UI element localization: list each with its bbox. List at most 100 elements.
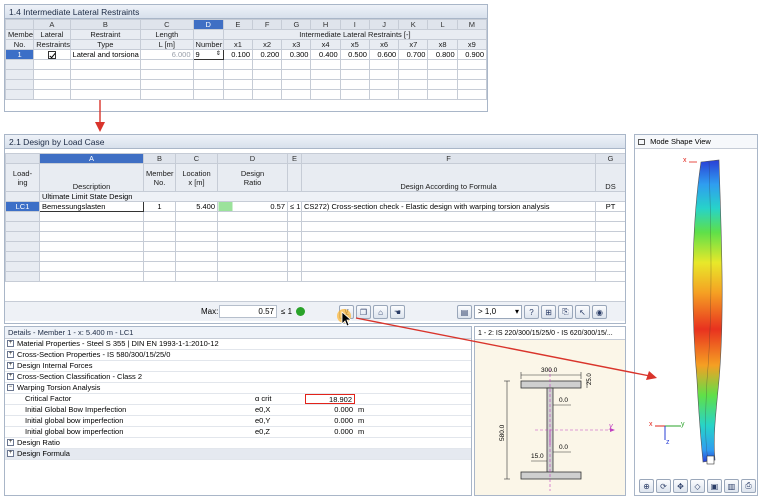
- x-value-cell[interactable]: 0.800: [427, 48, 458, 61]
- loading-cell[interactable]: LC1: [5, 201, 40, 212]
- description-cell[interactable]: Bemessungslasten: [39, 201, 144, 212]
- tree-row-cross-section[interactable]: + Cross-Section Properties - IS 580/300/1…: [5, 350, 471, 361]
- length-cell[interactable]: 6.000: [140, 48, 194, 61]
- col-letter[interactable]: F: [252, 19, 283, 30]
- rotate-icon[interactable]: ⟳: [656, 479, 671, 493]
- hand-icon[interactable]: ☚: [390, 305, 405, 319]
- collapse-icon[interactable]: −: [7, 384, 14, 391]
- col-letter[interactable]: E: [287, 153, 302, 164]
- location-cell[interactable]: 5.400: [175, 201, 218, 212]
- detail-icon[interactable]: ❐: [356, 305, 371, 319]
- col-letter[interactable]: B: [69, 19, 142, 30]
- col-letter[interactable]: M: [456, 19, 487, 30]
- restraint-type-cell[interactable]: Lateral and torsiona: [69, 48, 142, 61]
- expand-icon[interactable]: +: [7, 351, 14, 358]
- x-value-cell[interactable]: 0.400: [310, 48, 341, 61]
- tree-row-warping[interactable]: − Warping Torsion Analysis: [5, 383, 471, 394]
- col-letter[interactable]: G: [281, 19, 312, 30]
- number-spinner[interactable]: 9 ⇕: [192, 48, 224, 61]
- col-letter[interactable]: C: [175, 153, 218, 164]
- tree-row-classification[interactable]: + Cross-Section Classification - Class 2: [5, 372, 471, 383]
- ratio-cell[interactable]: 0.57: [217, 201, 288, 212]
- mode-shape-toolbar: ⊕ ⟳ ✥ ◇ ▣ ▥ ⎙: [639, 478, 756, 494]
- col-letter[interactable]: E: [222, 19, 254, 30]
- x-value-cell[interactable]: 0.500: [339, 48, 370, 61]
- side-view-icon[interactable]: ▥: [724, 479, 739, 493]
- ds-cell[interactable]: PT: [595, 201, 625, 212]
- col-letter[interactable]: I: [339, 19, 370, 30]
- col-letter[interactable]: F: [301, 153, 596, 164]
- zoom-icon[interactable]: ⊕: [639, 479, 654, 493]
- header-length: Length: [140, 29, 194, 40]
- header-x: x7: [398, 39, 429, 50]
- chart-icon[interactable]: ▤: [457, 305, 472, 319]
- tree-label: Cross-Section Classification - Class 2: [17, 372, 143, 381]
- axis-y-label: y: [681, 421, 685, 428]
- print-icon[interactable]: ⎙: [741, 479, 756, 493]
- col-letter-selected[interactable]: D: [192, 19, 224, 30]
- x-value-cell[interactable]: 0.200: [252, 48, 283, 61]
- export-icon[interactable]: ⎘: [558, 305, 573, 319]
- header-member: Member: [5, 29, 35, 40]
- table-row[interactable]: LC1 Bemessungslasten 1 5.400 0.57 ≤ 1 CS…: [5, 201, 625, 212]
- mode-shape-drawing[interactable]: [635, 150, 757, 476]
- member-icon[interactable]: ⌂: [373, 305, 388, 319]
- ratio-filter-value: > 1,0: [478, 307, 497, 316]
- number-value[interactable]: 9: [196, 51, 200, 59]
- member-no-cell[interactable]: 1: [5, 48, 35, 61]
- section-panel: 1 - 2: IS 220/300/15/25/0 - IS 620/300/1…: [474, 326, 626, 496]
- view-icon[interactable]: ◉: [592, 305, 607, 319]
- checkbox-checked[interactable]: [47, 51, 56, 59]
- detail-symbol: e0,Z: [255, 427, 271, 436]
- header-x: x8: [427, 39, 458, 50]
- col-letter[interactable]: K: [398, 19, 429, 30]
- chevron-down-icon[interactable]: ▾: [515, 306, 521, 318]
- tree-label: Design Internal Forces: [17, 361, 93, 370]
- spinner-arrows-icon[interactable]: ⇕: [216, 51, 221, 57]
- col-letter[interactable]: B: [143, 153, 176, 164]
- expand-icon[interactable]: +: [7, 373, 14, 380]
- col-letter[interactable]: G: [595, 153, 625, 164]
- col-letter[interactable]: C: [140, 19, 194, 30]
- x-value-cell[interactable]: 0.900: [456, 48, 487, 61]
- tree-row-design-formula[interactable]: + Design Formula: [5, 449, 471, 460]
- front-view-icon[interactable]: ▣: [707, 479, 722, 493]
- window-icon: [638, 139, 645, 146]
- x-value-cell[interactable]: 0.100: [222, 48, 254, 61]
- x-value-cell[interactable]: 0.700: [398, 48, 429, 61]
- col-letter[interactable]: D: [217, 153, 288, 164]
- expand-icon[interactable]: +: [7, 450, 14, 457]
- x-value-cell[interactable]: 0.300: [281, 48, 312, 61]
- col-letter[interactable]: H: [310, 19, 341, 30]
- dim-width-label: 300.0: [541, 367, 558, 374]
- expand-icon[interactable]: +: [7, 439, 14, 446]
- tree-label: Cross-Section Properties - IS 580/300/15…: [17, 350, 171, 359]
- formula-cell[interactable]: CS272) Cross-section check - Elastic des…: [301, 201, 596, 212]
- excel-icon[interactable]: ⊞: [541, 305, 556, 319]
- header-x: x1: [222, 39, 254, 50]
- lateral-restraints-checkbox[interactable]: [33, 48, 71, 61]
- pan-icon[interactable]: ✥: [673, 479, 688, 493]
- col-letter[interactable]: J: [368, 19, 400, 30]
- header-x: x5: [339, 39, 370, 50]
- max-row: Max: 0.57 ≤ 1 ⊻ ❐ ⌂ ☚ ▤ > 1,0 ▾ ? ⊞ ⎘ ↖ …: [5, 301, 625, 321]
- section-title: 1 - 2: IS 220/300/15/25/0 - IS 620/300/1…: [475, 327, 625, 340]
- ratio-filter-select[interactable]: > 1,0 ▾: [474, 305, 522, 319]
- member-cell[interactable]: 1: [143, 201, 176, 212]
- detail-label: Initial global bow imperfection: [25, 416, 124, 425]
- iso-view-icon[interactable]: ◇: [690, 479, 705, 493]
- col-letter[interactable]: A: [33, 19, 71, 30]
- tree-row-design-ratio[interactable]: + Design Ratio: [5, 438, 471, 449]
- detail-row-imperfection-x: Initial Global Bow Imperfection e0,X 0.0…: [5, 405, 471, 416]
- col-letter[interactable]: L: [427, 19, 458, 30]
- tree-row-internal-forces[interactable]: + Design Internal Forces: [5, 361, 471, 372]
- col-letter-selected[interactable]: A: [39, 153, 144, 164]
- x-value-cell[interactable]: 0.600: [368, 48, 400, 61]
- question-icon[interactable]: ?: [524, 305, 539, 319]
- select-icon[interactable]: ↖: [575, 305, 590, 319]
- expand-icon[interactable]: +: [7, 362, 14, 369]
- tree-row-material[interactable]: + Material Properties - Steel S 355 | DIN…: [5, 339, 471, 350]
- expand-icon[interactable]: +: [7, 340, 14, 347]
- header-lateral: Lateral: [33, 29, 71, 40]
- table-row[interactable]: 1 Lateral and torsiona 6.000 9 ⇕ 0.100 0.…: [5, 48, 487, 61]
